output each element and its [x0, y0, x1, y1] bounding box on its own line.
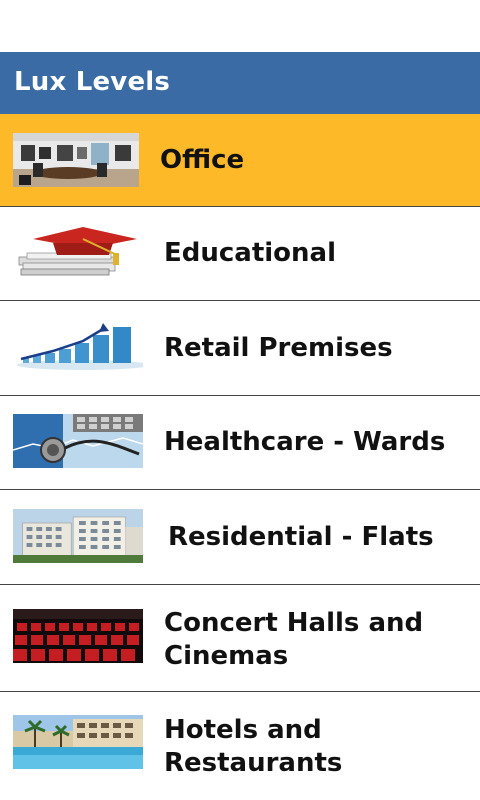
list-item-concert-halls-cinemas[interactable]: Concert Halls and Cinemas	[0, 585, 480, 692]
list-item-label: Residential - Flats	[168, 522, 434, 552]
list-item-retail-premises[interactable]: Retail Premises	[0, 301, 480, 396]
list-item-label: Hotels and Restaurants	[164, 715, 343, 778]
status-bar	[0, 0, 480, 52]
hotel-pool-icon	[13, 715, 143, 769]
list-item-label: Healthcare - Wards	[164, 427, 446, 457]
list-item-label: Concert Halls and Cinemas	[164, 608, 424, 671]
growth-bar-chart-icon	[13, 319, 143, 373]
list-item-hotels-restaurants[interactable]: Hotels and Restaurants	[0, 692, 480, 800]
list-item-label: Retail Premises	[164, 333, 393, 363]
graduation-cap-books-icon	[13, 225, 143, 279]
page-title: Lux Levels	[14, 67, 171, 97]
stethoscope-icon	[13, 414, 143, 468]
list-item-educational[interactable]: Educational	[0, 207, 480, 301]
list-item-healthcare-wards[interactable]: Healthcare - Wards	[0, 396, 480, 490]
office-room-icon	[13, 133, 139, 187]
app-header: Lux Levels	[0, 52, 480, 114]
cinema-seats-icon	[13, 609, 143, 663]
list-item-office[interactable]: Office	[0, 114, 480, 207]
list-item-residential-flats[interactable]: Residential - Flats	[0, 490, 480, 585]
apartment-building-icon	[13, 509, 147, 563]
list-item-label: Office	[160, 145, 245, 175]
list-item-label: Educational	[164, 238, 337, 268]
